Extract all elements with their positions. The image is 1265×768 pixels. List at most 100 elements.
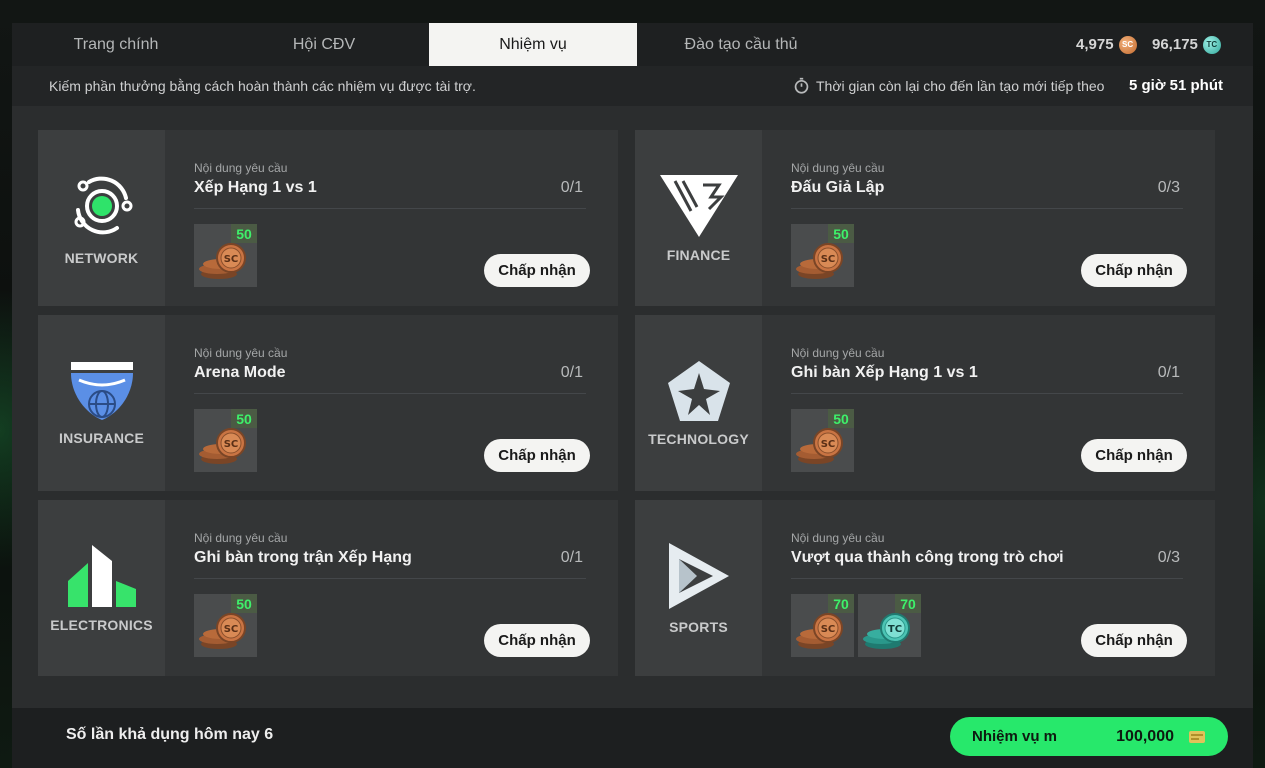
mission-button-cost: 100,000	[1116, 727, 1174, 745]
accept-button[interactable]: Chấp nhận	[484, 439, 590, 472]
tab-bar: Trang chính Hội CĐV Nhiệm vụ Đào tạo cầu…	[12, 23, 1253, 66]
svg-text:SC: SC	[224, 439, 239, 450]
svg-text:TC: TC	[888, 624, 902, 635]
insurance-logo-icon	[70, 362, 133, 420]
accept-button[interactable]: Chấp nhận	[1081, 439, 1187, 472]
bottom-bar: Số lần khả dụng hôm nay 6 Nhiệm vụ m 100…	[12, 708, 1253, 768]
svg-text:SC: SC	[821, 254, 836, 265]
tab-missions[interactable]: Nhiệm vụ	[429, 23, 637, 66]
sponsor-logo: ELECTRONICS	[38, 500, 165, 676]
requirement-label: Nội dung yêu cầu	[194, 346, 288, 360]
mission-title: Vượt qua thành công trong trò chơi	[791, 549, 1064, 566]
stopwatch-icon	[794, 77, 809, 94]
tc-coin-icon: TC	[1202, 35, 1221, 54]
refresh-timer-value: 5 giờ 51 phút	[1128, 77, 1223, 94]
divider	[791, 208, 1183, 209]
sc-coin-icon: SC	[1118, 35, 1137, 54]
reward-sc: SC 50	[194, 224, 257, 287]
reward-amount: 70	[895, 594, 921, 613]
divider	[791, 393, 1183, 394]
mission-progress: 0/1	[1157, 364, 1180, 381]
info-bar: Kiếm phần thưởng bằng cách hoàn thành cá…	[12, 66, 1253, 106]
sc-coins-icon: SC	[796, 613, 843, 649]
mission-progress: 0/3	[1157, 179, 1180, 196]
divider	[791, 578, 1183, 579]
sponsor-name: SPORTS	[669, 619, 728, 635]
reward-amount: 50	[828, 224, 854, 243]
mission-progress: 0/1	[560, 179, 583, 196]
missions-description: Kiếm phần thưởng bằng cách hoàn thành cá…	[49, 78, 476, 94]
tc-balance: 96,175 TC	[1152, 23, 1221, 66]
available-today-count: Số lần khả dụng hôm nay 6	[66, 726, 274, 743]
sc-coins-icon: SC	[199, 613, 246, 649]
sponsor-logo: FINANCE	[635, 130, 762, 306]
reward-amount: 50	[231, 409, 257, 428]
reward-amount: 50	[231, 594, 257, 613]
requirement-label: Nội dung yêu cầu	[791, 531, 885, 545]
requirement-label: Nội dung yêu cầu	[791, 346, 885, 360]
mission-progress: 0/1	[560, 364, 583, 381]
finance-logo-icon	[659, 175, 738, 237]
sc-coins-icon: SC	[796, 243, 843, 279]
mission-card: TECHNOLOGY Nội dung yêu cầu Ghi bàn Xếp …	[635, 315, 1215, 491]
reward-sc: SC 70	[791, 594, 854, 657]
sponsor-name: FINANCE	[666, 247, 731, 263]
missions-panel: Trang chính Hội CĐV Nhiệm vụ Đào tạo cầu…	[12, 23, 1253, 768]
svg-text:SC: SC	[821, 624, 836, 635]
divider	[194, 393, 586, 394]
mission-title: Arena Mode	[194, 364, 286, 381]
requirement-label: Nội dung yêu cầu	[791, 161, 885, 175]
sc-coins-icon: SC	[796, 428, 843, 464]
mission-card: SPORTS Nội dung yêu cầu Vượt qua thành c…	[635, 500, 1215, 676]
sponsor-name: ELECTRONICS	[50, 617, 153, 633]
tab-home[interactable]: Trang chính	[12, 23, 220, 66]
tc-coins-icon: TC	[863, 613, 910, 649]
accept-button[interactable]: Chấp nhận	[484, 254, 590, 287]
requirement-label: Nội dung yêu cầu	[194, 531, 288, 545]
electronics-logo-icon	[67, 545, 136, 607]
sc-amount: 4,975	[1076, 36, 1114, 53]
mission-title: Đấu Giả Lập	[791, 179, 885, 196]
points-icon	[1189, 730, 1205, 743]
mission-card: ELECTRONICS Nội dung yêu cầu Ghi bàn tro…	[38, 500, 618, 676]
mission-title: Ghi bàn Xếp Hạng 1 vs 1	[791, 364, 978, 381]
sponsor-name: TECHNOLOGY	[648, 431, 749, 447]
tab-fan-club[interactable]: Hội CĐV	[220, 23, 428, 66]
svg-text:SC: SC	[821, 439, 836, 450]
technology-logo-icon	[667, 361, 730, 421]
sports-logo-icon	[668, 543, 729, 609]
accept-button[interactable]: Chấp nhận	[1081, 624, 1187, 657]
sponsor-logo: INSURANCE	[38, 315, 165, 491]
mission-title: Ghi bàn trong trận Xếp Hạng	[194, 549, 412, 566]
reward-amount: 70	[828, 594, 854, 613]
reward-sc: SC 50	[791, 409, 854, 472]
svg-text:SC: SC	[224, 254, 239, 265]
accept-button[interactable]: Chấp nhận	[1081, 254, 1187, 287]
sponsor-logo: SPORTS	[635, 500, 762, 676]
mission-button-label: Nhiệm vụ m	[972, 728, 1058, 745]
refresh-missions-button[interactable]: Nhiệm vụ m 100,000	[950, 717, 1228, 756]
mission-card: FINANCE Nội dung yêu cầu Đấu Giả Lập 0/3…	[635, 130, 1215, 306]
tab-player-training[interactable]: Đào tạo cầu thủ	[637, 23, 845, 66]
network-logo-icon	[74, 176, 132, 235]
requirement-label: Nội dung yêu cầu	[194, 161, 288, 175]
accept-button[interactable]: Chấp nhận	[484, 624, 590, 657]
mission-progress: 0/1	[560, 549, 583, 566]
mission-title: Xếp Hạng 1 vs 1	[194, 179, 317, 196]
refresh-timer-label: Thời gian còn lại cho đến lần tạo mới ti…	[793, 77, 1104, 94]
sc-coins-icon: SC	[199, 428, 246, 464]
sponsor-name: NETWORK	[64, 250, 139, 266]
reward-amount: 50	[231, 224, 257, 243]
sponsor-name: INSURANCE	[58, 430, 145, 446]
mission-card: NETWORK Nội dung yêu cầu Xếp Hạng 1 vs 1…	[38, 130, 618, 306]
svg-text:SC: SC	[224, 624, 239, 635]
reward-amount: 50	[828, 409, 854, 428]
sponsor-logo: NETWORK	[38, 130, 165, 306]
reward-tc: TC 70	[858, 594, 921, 657]
tc-amount: 96,175	[1152, 36, 1198, 53]
sc-coins-icon: SC	[199, 243, 246, 279]
reward-sc: SC 50	[791, 224, 854, 287]
sponsor-logo: TECHNOLOGY	[635, 315, 762, 491]
divider	[194, 578, 586, 579]
sc-balance: 4,975 SC	[1076, 23, 1137, 66]
